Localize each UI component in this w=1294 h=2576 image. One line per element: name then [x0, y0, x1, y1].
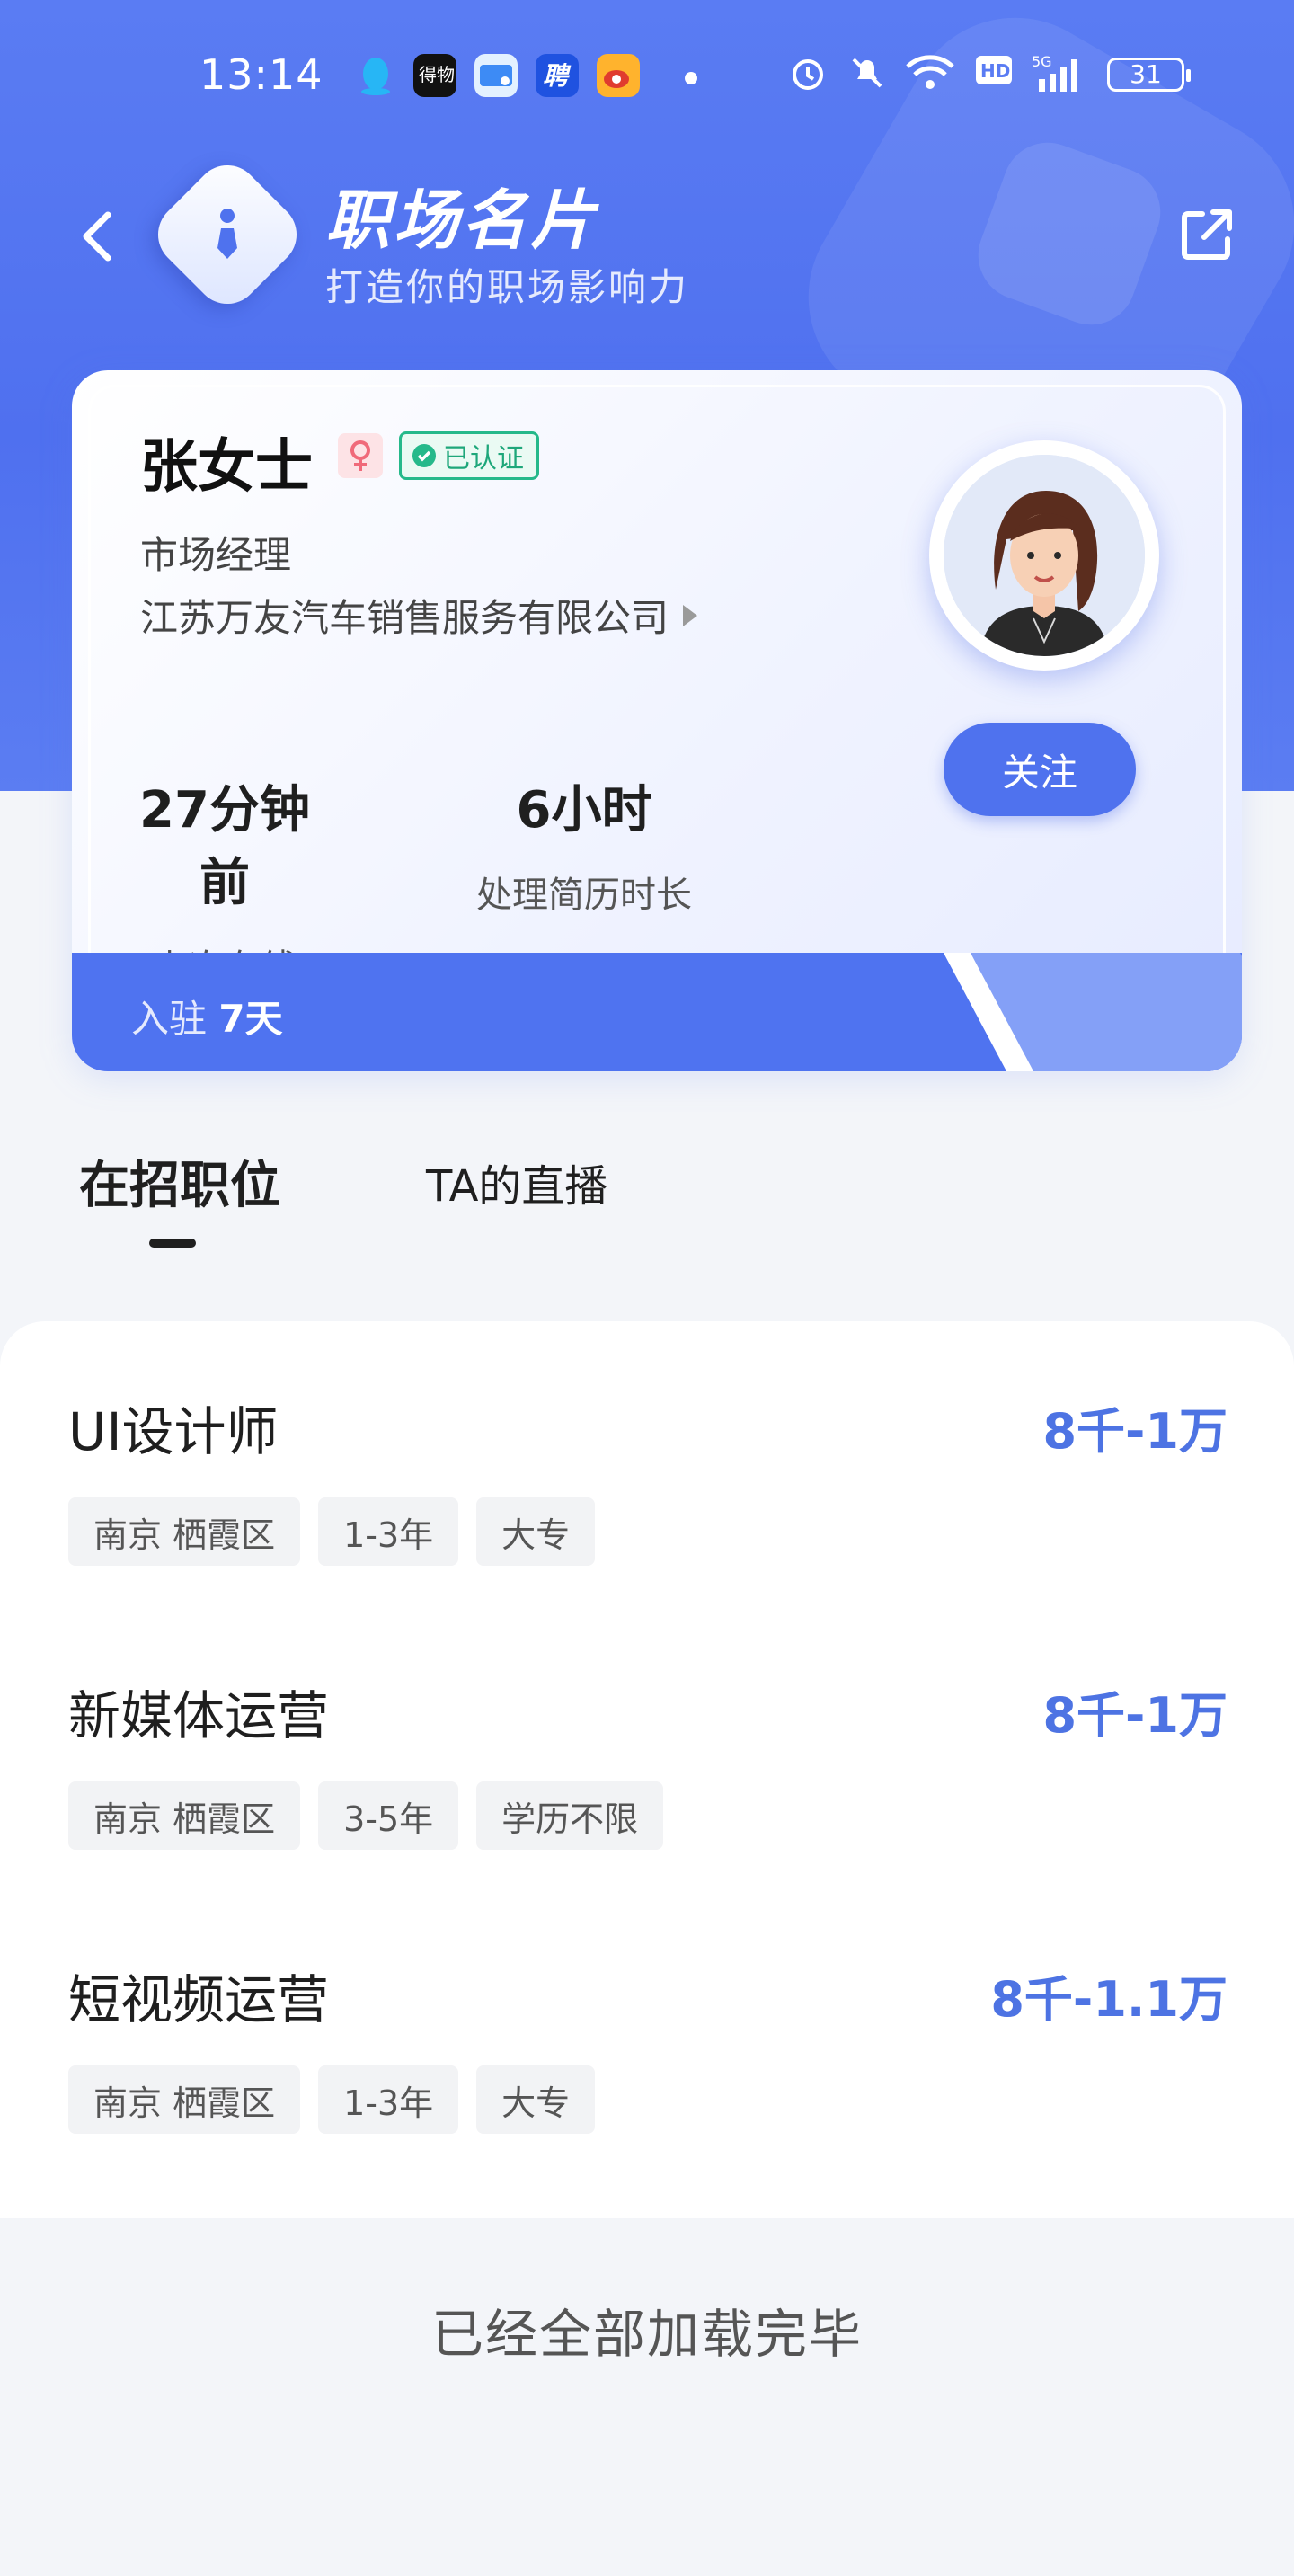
- svg-text:5G: 5G: [1032, 53, 1052, 70]
- stat-resume-processing: 6小时 处理简历时长: [431, 769, 737, 918]
- job-tags: 南京 栖霞区 3-5年 学历不限: [68, 1781, 664, 1850]
- job-tag-location: 南京 栖霞区: [68, 1781, 301, 1850]
- job-name: 短视频运营: [68, 1969, 330, 2030]
- verified-label: 已认证: [443, 443, 524, 475]
- avatar-illustration: [944, 455, 1145, 656]
- job-salary: 8千-1.1万: [990, 1971, 1228, 2028]
- stat-value: 27分钟前: [139, 781, 310, 912]
- dewu-icon: 得物: [413, 54, 456, 97]
- status-time: 13:14: [199, 50, 324, 99]
- wifi-icon: [904, 52, 956, 103]
- zhaopin-icon: 聘: [536, 54, 579, 97]
- page-subtitle: 打造你的职场影响力: [325, 265, 690, 309]
- job-tag-education: 大专: [476, 1497, 596, 1566]
- female-icon: [338, 433, 383, 478]
- qq-icon: [354, 54, 397, 97]
- alarm-icon: [787, 52, 829, 103]
- battery-indicator: 31: [1107, 58, 1191, 92]
- share-icon: [1182, 209, 1232, 260]
- avatar[interactable]: [944, 455, 1145, 656]
- job-name: UI设计师: [68, 1401, 279, 1462]
- status-bar: 13:14 得物 聘 HD 5G 31: [0, 36, 1294, 117]
- back-arrow-icon: [83, 211, 111, 262]
- company-name: 江苏万友汽车销售服务有限公司: [140, 596, 669, 640]
- tab-live-stream[interactable]: TA的直播: [426, 1150, 607, 1213]
- share-button[interactable]: [1175, 203, 1238, 266]
- triangle-right-icon: [683, 604, 698, 626]
- job-name: 新媒体运营: [68, 1685, 330, 1746]
- hd-icon: HD: [974, 52, 1014, 98]
- job-tag-experience: 1-3年: [318, 1497, 459, 1566]
- company-link[interactable]: 江苏万友汽车销售服务有限公司: [140, 588, 698, 643]
- job-card[interactable]: 新媒体运营 8千-1万 南京 栖霞区 3-5年 学历不限: [68, 1605, 1228, 1850]
- job-tag-location: 南京 栖霞区: [68, 1497, 301, 1566]
- join-days: 7天: [218, 997, 283, 1041]
- profile-name: 张女士: [140, 434, 313, 501]
- job-tag-experience: 3-5年: [318, 1781, 459, 1850]
- tie-icon: [196, 203, 259, 266]
- follow-button[interactable]: 关注: [944, 723, 1136, 816]
- profile-job-title: 市场经理: [140, 533, 292, 577]
- mute-icon: [846, 52, 888, 103]
- join-duration: 入驻 7天: [131, 989, 283, 1044]
- job-tags: 南京 栖霞区 1-3年 大专: [68, 2065, 596, 2134]
- job-card[interactable]: 短视频运营 8千-1.1万 南京 栖霞区 1-3年 大专: [68, 1889, 1228, 2134]
- job-salary: 8千-1万: [1042, 1687, 1228, 1744]
- profile-card: 张女士 已认证 市场经理 江苏万友汽车销售服务有限公司 关注 27分钟前 上次在…: [72, 370, 1242, 1071]
- check-shield-icon: [412, 444, 436, 467]
- page-title: 职场名片: [325, 182, 599, 258]
- job-tag-location: 南京 栖霞区: [68, 2065, 301, 2134]
- join-prefix: 入驻: [131, 997, 208, 1041]
- job-card[interactable]: UI设计师 8千-1万 南京 栖霞区 1-3年 大专: [68, 1321, 1228, 1566]
- job-salary: 8千-1万: [1042, 1403, 1228, 1460]
- tab-indicator: [149, 1239, 196, 1248]
- verified-badge: 已认证: [399, 431, 539, 480]
- job-list: UI设计师 8千-1万 南京 栖霞区 1-3年 大专 新媒体运营 8千-1万 南…: [0, 1321, 1294, 2218]
- job-tag-experience: 1-3年: [318, 2065, 459, 2134]
- svg-text:HD: HD: [980, 60, 1010, 82]
- stat-value: 6小时: [516, 781, 652, 839]
- job-tag-education: 学历不限: [476, 1781, 664, 1850]
- weibo-icon: [597, 54, 640, 97]
- signal-5g-icon: 5G: [1030, 52, 1089, 105]
- mail-icon: [474, 54, 518, 97]
- notification-dot: [685, 72, 697, 84]
- svg-text:得物: 得物: [419, 64, 455, 85]
- end-of-list-text: 已经全部加载完毕: [430, 2304, 863, 2365]
- back-button[interactable]: [70, 205, 124, 268]
- job-tags: 南京 栖霞区 1-3年 大专: [68, 1497, 596, 1566]
- job-tag-education: 大专: [476, 2065, 596, 2134]
- tab-open-positions[interactable]: 在招职位: [79, 1145, 280, 1218]
- svg-text:聘: 聘: [543, 61, 572, 91]
- stat-label: 处理简历时长: [476, 875, 692, 916]
